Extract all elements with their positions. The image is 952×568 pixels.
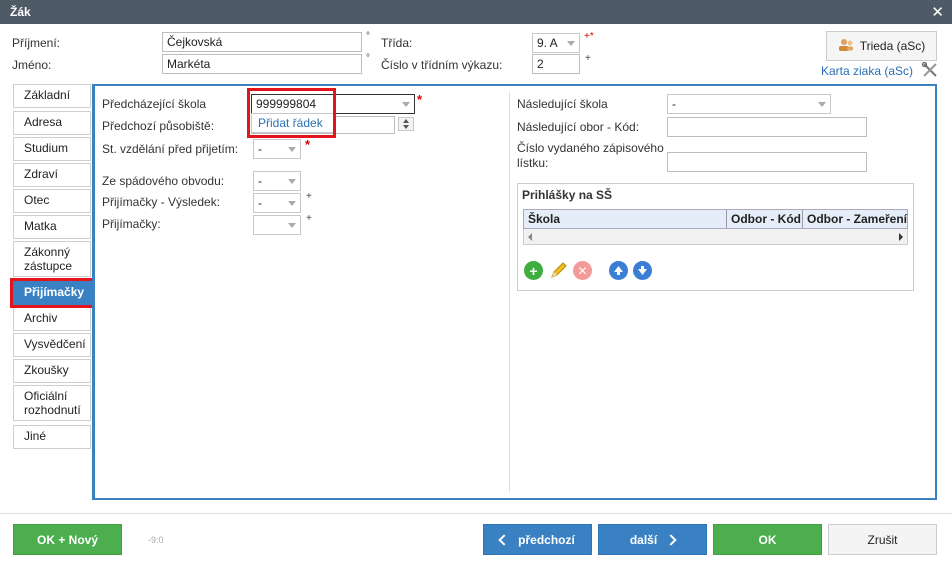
st-vzdelani-value: - [258,142,262,156]
tab-zkousky[interactable]: Zkoušky [13,359,91,383]
tab-zdravi[interactable]: Zdraví [13,163,91,187]
prijmeni-label: Příjmení: [12,36,61,50]
trieda-button[interactable]: Trieda (aSc) [826,31,937,61]
chevron-down-icon [567,41,575,46]
prihlasky-grid-header: Škola Odbor - Kód Odbor - Zameření [523,209,908,229]
st-vzdelani-select[interactable]: - [253,139,301,159]
zrusit-button[interactable]: Zrušit [828,524,937,555]
add-icon[interactable]: + [524,261,543,280]
move-up-icon[interactable] [609,261,628,280]
window-title: Žák [10,5,31,19]
tab-zakladni[interactable]: Základní [13,84,91,108]
nasledujici-obor-label: Následující obor - Kód: [517,120,640,134]
footer-divider [0,513,952,514]
prijimacky-vysledek-value: - [258,196,262,210]
predchazejici-skola-value: 999999804 [256,97,317,111]
trida-select[interactable]: 9. A [532,33,580,53]
predchozi-label: předchozí [518,532,575,547]
chevron-right-icon [665,533,677,546]
chevron-down-icon [402,102,410,107]
scroll-right-icon[interactable] [899,233,903,241]
jmeno-label: Jméno: [12,58,52,72]
prihlasky-title: Prihlášky na SŠ [522,188,613,202]
person-icon [838,38,854,55]
grid-col-odbor-zamereni[interactable]: Odbor - Zameření [803,210,907,228]
tab-archiv[interactable]: Archiv [13,307,91,331]
cislo-listku-field[interactable] [667,152,867,172]
prijmeni-degree-mark: ° [366,31,370,42]
cislo-plus-mark: + [585,53,591,64]
nasledujici-skola-value: - [672,97,676,111]
tab-otec[interactable]: Otec [13,189,91,213]
nasledujici-skola-label: Následující škola [517,97,608,111]
cislo-label: Číslo v třídním výkazu: [381,58,503,72]
prijimacky-plus: + [306,213,312,224]
dalsi-label: další [629,532,658,547]
move-down-icon[interactable] [633,261,652,280]
predchozi-pusobiste-label: Předchozí působiště: [102,119,215,133]
chevron-down-icon [818,102,826,107]
tab-vysvedceni[interactable]: Vysvědčení [13,333,91,357]
title-bar: Žák ✕ [0,0,952,24]
chevron-down-icon [288,179,296,184]
ze-spadoveho-value: - [258,174,262,188]
chevron-down-icon [288,147,296,152]
spinner-up-icon [403,119,409,123]
prijimacky-vysledek-plus: + [306,191,312,202]
trida-label: Třída: [381,36,413,50]
ok-button[interactable]: OK [713,524,822,555]
nasledujici-obor-field[interactable] [667,117,867,137]
tab-adresa[interactable]: Adresa [13,111,91,135]
st-vzdelani-required: * [305,137,311,152]
grid-col-odbor-kod[interactable]: Odbor - Kód [727,210,803,228]
nasledujici-skola-select[interactable]: - [667,94,831,114]
grid-col-skola[interactable]: Škola [524,210,727,228]
prijmeni-field[interactable]: Čejkovská [162,32,362,52]
karta-ziaka-link[interactable]: Karta ziaka (aSc) [821,64,913,78]
cislo-listku-label: Číslo vydaného zápisového lístku: [517,141,664,170]
ok-novy-button[interactable]: OK + Nový [13,524,122,555]
column-divider [509,92,510,492]
tab-oficialni-rozhodnuti[interactable]: Oficiální rozhodnutí [13,385,91,421]
predchazejici-skola-combo[interactable]: 999999804 [251,94,415,114]
close-icon[interactable]: ✕ [931,3,944,21]
prijimacky-label: Přijímačky: [102,217,161,231]
chevron-left-icon [498,533,510,546]
predchozi-pusobiste-spinner[interactable] [398,117,414,131]
predchazejici-skola-label: Předcházející škola [102,97,207,111]
predchozi-button[interactable]: předchozí [483,524,592,555]
chevron-down-icon [288,223,296,228]
spinner-down-icon [403,125,409,129]
tab-zakonny-zastupce[interactable]: Zákonný zástupce [13,241,91,277]
jmeno-degree-mark: ° [366,53,370,64]
jmeno-field[interactable]: Markéta [162,54,362,74]
chevron-down-icon [288,201,296,206]
prihlasky-group: Prihlášky na SŠ Škola Odbor - Kód Odbor … [517,183,914,291]
tab-studium[interactable]: Studium [13,137,91,161]
delete-icon[interactable]: ✕ [573,261,592,280]
ze-spadoveho-select[interactable]: - [253,171,301,191]
footer-small-text: -9:0 [148,535,164,545]
prijimacky-select[interactable] [253,215,301,235]
prijimacky-vysledek-select[interactable]: - [253,193,301,213]
tab-jine[interactable]: Jiné [13,425,91,449]
tab-matka[interactable]: Matka [13,215,91,239]
predchazejici-skola-required: * [417,92,423,107]
trida-required-mark: +* [584,31,594,42]
grid-horizontal-scrollbar[interactable] [523,229,908,245]
scroll-left-icon[interactable] [528,233,532,241]
trida-value: 9. A [537,36,558,50]
tab-prijimacky[interactable]: Přijímačky [13,281,94,305]
trieda-button-label: Trieda (aSc) [859,39,926,53]
ze-spadoveho-label: Ze spádového obvodu: [102,174,225,188]
st-vzdelani-label: St. vzdělání před přijetím: [102,142,239,156]
edit-icon[interactable] [549,260,569,283]
tools-icon[interactable] [921,61,939,82]
prijimacky-vysledek-label: Přijímačky - Výsledek: [102,195,221,209]
pridat-radek-option[interactable]: Přidat řádek [251,113,335,133]
dalsi-button[interactable]: další [598,524,707,555]
cislo-field[interactable]: 2 [532,54,580,74]
